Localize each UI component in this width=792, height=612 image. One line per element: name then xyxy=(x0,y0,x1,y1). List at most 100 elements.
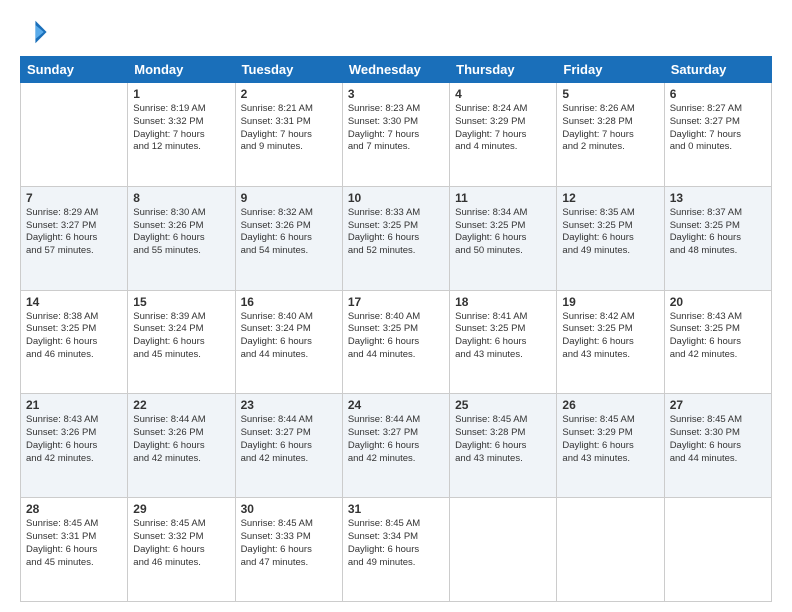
logo xyxy=(20,18,50,46)
calendar-cell xyxy=(21,83,128,187)
day-info: Sunrise: 8:34 AM Sunset: 3:25 PM Dayligh… xyxy=(455,207,551,258)
calendar-header-wednesday: Wednesday xyxy=(342,57,449,83)
header xyxy=(20,18,772,46)
day-number: 14 xyxy=(26,295,122,309)
calendar-cell: 31 Sunrise: 8:45 AM Sunset: 3:34 PM Dayli… xyxy=(342,498,449,602)
day-info: Sunrise: 8:45 AM Sunset: 3:31 PM Dayligh… xyxy=(26,518,122,569)
day-number: 4 xyxy=(455,87,551,101)
day-info: Sunrise: 8:45 AM Sunset: 3:32 PM Dayligh… xyxy=(133,518,229,569)
day-info: Sunrise: 8:42 AM Sunset: 3:25 PM Dayligh… xyxy=(562,311,658,362)
day-number: 28 xyxy=(26,502,122,516)
logo-icon xyxy=(20,18,48,46)
day-info: Sunrise: 8:19 AM Sunset: 3:32 PM Dayligh… xyxy=(133,103,229,154)
day-info: Sunrise: 8:40 AM Sunset: 3:24 PM Dayligh… xyxy=(241,311,337,362)
day-number: 23 xyxy=(241,398,337,412)
calendar-week-row: 21 Sunrise: 8:43 AM Sunset: 3:26 PM Dayli… xyxy=(21,394,772,498)
calendar-cell: 8 Sunrise: 8:30 AM Sunset: 3:26 PM Daylig… xyxy=(128,186,235,290)
calendar-cell: 23Sunrise: 8:44 AM Sunset: 3:27 PM Dayli… xyxy=(235,394,342,498)
day-number: 24 xyxy=(348,398,444,412)
day-info: Sunrise: 8:45 AM Sunset: 3:30 PM Dayligh… xyxy=(670,414,766,465)
calendar-cell: 5 Sunrise: 8:26 AM Sunset: 3:28 PM Daylig… xyxy=(557,83,664,187)
day-number: 2 xyxy=(241,87,337,101)
calendar-cell: 28 Sunrise: 8:45 AM Sunset: 3:31 PM Dayli… xyxy=(21,498,128,602)
day-number: 8 xyxy=(133,191,229,205)
calendar-cell xyxy=(664,498,771,602)
day-info: Sunrise: 8:27 AM Sunset: 3:27 PM Dayligh… xyxy=(670,103,766,154)
calendar-cell: 6 Sunrise: 8:27 AM Sunset: 3:27 PM Daylig… xyxy=(664,83,771,187)
calendar-cell: 3 Sunrise: 8:23 AM Sunset: 3:30 PM Daylig… xyxy=(342,83,449,187)
calendar-cell: 12 Sunrise: 8:35 AM Sunset: 3:25 PM Dayli… xyxy=(557,186,664,290)
calendar: SundayMondayTuesdayWednesdayThursdayFrid… xyxy=(20,56,772,602)
day-number: 5 xyxy=(562,87,658,101)
day-info: Sunrise: 8:35 AM Sunset: 3:25 PM Dayligh… xyxy=(562,207,658,258)
day-number: 27 xyxy=(670,398,766,412)
calendar-cell: 21 Sunrise: 8:43 AM Sunset: 3:26 PM Dayli… xyxy=(21,394,128,498)
day-number: 26 xyxy=(562,398,658,412)
calendar-header-tuesday: Tuesday xyxy=(235,57,342,83)
calendar-cell: 16 Sunrise: 8:40 AM Sunset: 3:24 PM Dayli… xyxy=(235,290,342,394)
day-info: Sunrise: 8:40 AM Sunset: 3:25 PM Dayligh… xyxy=(348,311,444,362)
day-info: Sunrise: 8:24 AM Sunset: 3:29 PM Dayligh… xyxy=(455,103,551,154)
calendar-header-saturday: Saturday xyxy=(664,57,771,83)
day-number: 31 xyxy=(348,502,444,516)
day-info: Sunrise: 8:45 AM Sunset: 3:34 PM Dayligh… xyxy=(348,518,444,569)
day-info: Sunrise: 8:43 AM Sunset: 3:26 PM Dayligh… xyxy=(26,414,122,465)
calendar-week-row: 1Sunrise: 8:19 AM Sunset: 3:32 PM Daylig… xyxy=(21,83,772,187)
day-number: 22 xyxy=(133,398,229,412)
day-info: Sunrise: 8:41 AM Sunset: 3:25 PM Dayligh… xyxy=(455,311,551,362)
day-number: 3 xyxy=(348,87,444,101)
calendar-cell: 10 Sunrise: 8:33 AM Sunset: 3:25 PM Dayli… xyxy=(342,186,449,290)
calendar-cell: 19Sunrise: 8:42 AM Sunset: 3:25 PM Dayli… xyxy=(557,290,664,394)
calendar-cell: 20Sunrise: 8:43 AM Sunset: 3:25 PM Dayli… xyxy=(664,290,771,394)
day-number: 15 xyxy=(133,295,229,309)
day-number: 29 xyxy=(133,502,229,516)
calendar-cell: 27 Sunrise: 8:45 AM Sunset: 3:30 PM Dayli… xyxy=(664,394,771,498)
day-number: 16 xyxy=(241,295,337,309)
calendar-cell: 7 Sunrise: 8:29 AM Sunset: 3:27 PM Daylig… xyxy=(21,186,128,290)
calendar-header-thursday: Thursday xyxy=(450,57,557,83)
calendar-cell: 11Sunrise: 8:34 AM Sunset: 3:25 PM Dayli… xyxy=(450,186,557,290)
calendar-cell: 17 Sunrise: 8:40 AM Sunset: 3:25 PM Dayli… xyxy=(342,290,449,394)
calendar-cell: 1Sunrise: 8:19 AM Sunset: 3:32 PM Daylig… xyxy=(128,83,235,187)
day-info: Sunrise: 8:44 AM Sunset: 3:26 PM Dayligh… xyxy=(133,414,229,465)
calendar-cell xyxy=(557,498,664,602)
day-info: Sunrise: 8:39 AM Sunset: 3:24 PM Dayligh… xyxy=(133,311,229,362)
day-info: Sunrise: 8:26 AM Sunset: 3:28 PM Dayligh… xyxy=(562,103,658,154)
day-number: 6 xyxy=(670,87,766,101)
day-info: Sunrise: 8:29 AM Sunset: 3:27 PM Dayligh… xyxy=(26,207,122,258)
day-number: 7 xyxy=(26,191,122,205)
day-number: 21 xyxy=(26,398,122,412)
day-info: Sunrise: 8:32 AM Sunset: 3:26 PM Dayligh… xyxy=(241,207,337,258)
calendar-header-sunday: Sunday xyxy=(21,57,128,83)
day-info: Sunrise: 8:21 AM Sunset: 3:31 PM Dayligh… xyxy=(241,103,337,154)
calendar-week-row: 7 Sunrise: 8:29 AM Sunset: 3:27 PM Daylig… xyxy=(21,186,772,290)
calendar-cell: 4 Sunrise: 8:24 AM Sunset: 3:29 PM Daylig… xyxy=(450,83,557,187)
day-info: Sunrise: 8:33 AM Sunset: 3:25 PM Dayligh… xyxy=(348,207,444,258)
day-number: 20 xyxy=(670,295,766,309)
calendar-header-friday: Friday xyxy=(557,57,664,83)
day-info: Sunrise: 8:45 AM Sunset: 3:29 PM Dayligh… xyxy=(562,414,658,465)
calendar-cell: 26 Sunrise: 8:45 AM Sunset: 3:29 PM Dayli… xyxy=(557,394,664,498)
calendar-week-row: 14Sunrise: 8:38 AM Sunset: 3:25 PM Dayli… xyxy=(21,290,772,394)
day-info: Sunrise: 8:37 AM Sunset: 3:25 PM Dayligh… xyxy=(670,207,766,258)
calendar-cell: 2 Sunrise: 8:21 AM Sunset: 3:31 PM Daylig… xyxy=(235,83,342,187)
calendar-cell: 30Sunrise: 8:45 AM Sunset: 3:33 PM Dayli… xyxy=(235,498,342,602)
calendar-cell: 22 Sunrise: 8:44 AM Sunset: 3:26 PM Dayli… xyxy=(128,394,235,498)
calendar-cell: 18 Sunrise: 8:41 AM Sunset: 3:25 PM Dayli… xyxy=(450,290,557,394)
calendar-cell: 15 Sunrise: 8:39 AM Sunset: 3:24 PM Dayli… xyxy=(128,290,235,394)
day-info: Sunrise: 8:44 AM Sunset: 3:27 PM Dayligh… xyxy=(348,414,444,465)
day-number: 17 xyxy=(348,295,444,309)
day-number: 12 xyxy=(562,191,658,205)
calendar-cell: 14Sunrise: 8:38 AM Sunset: 3:25 PM Dayli… xyxy=(21,290,128,394)
calendar-cell: 29 Sunrise: 8:45 AM Sunset: 3:32 PM Dayli… xyxy=(128,498,235,602)
calendar-week-row: 28 Sunrise: 8:45 AM Sunset: 3:31 PM Dayli… xyxy=(21,498,772,602)
calendar-cell: 9Sunrise: 8:32 AM Sunset: 3:26 PM Daylig… xyxy=(235,186,342,290)
calendar-cell: 13Sunrise: 8:37 AM Sunset: 3:25 PM Dayli… xyxy=(664,186,771,290)
day-info: Sunrise: 8:23 AM Sunset: 3:30 PM Dayligh… xyxy=(348,103,444,154)
day-number: 18 xyxy=(455,295,551,309)
day-info: Sunrise: 8:30 AM Sunset: 3:26 PM Dayligh… xyxy=(133,207,229,258)
calendar-cell: 24 Sunrise: 8:44 AM Sunset: 3:27 PM Dayli… xyxy=(342,394,449,498)
calendar-cell: 25Sunrise: 8:45 AM Sunset: 3:28 PM Dayli… xyxy=(450,394,557,498)
day-number: 10 xyxy=(348,191,444,205)
day-info: Sunrise: 8:45 AM Sunset: 3:33 PM Dayligh… xyxy=(241,518,337,569)
